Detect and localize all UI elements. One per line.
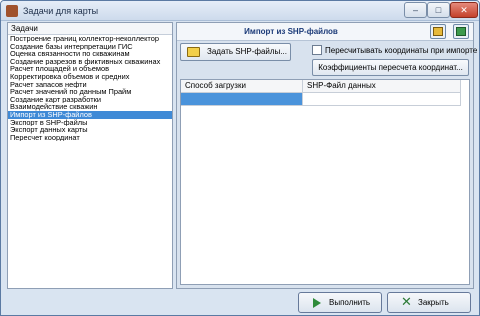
load-method-cell[interactable]: [181, 93, 303, 106]
play-icon: [313, 298, 321, 308]
run-button-label: Выполнить: [329, 298, 371, 307]
save-icon: [456, 27, 466, 36]
open-settings-button[interactable]: [430, 24, 446, 39]
save-settings-button[interactable]: [453, 24, 469, 39]
close-icon: ✕: [401, 294, 412, 309]
recalc-coordinates-checkbox[interactable]: [312, 45, 322, 55]
shp-files-grid: Способ загрузки SHP-Файл данных: [180, 79, 470, 285]
task-item[interactable]: Корректировка объемов и средних: [8, 73, 172, 81]
task-item[interactable]: Создание базы интерпретации ГИС: [8, 43, 172, 51]
task-item[interactable]: Экспорт в SHP-файлы: [8, 119, 172, 127]
task-item[interactable]: Расчет значений по данным Прайм: [8, 88, 172, 96]
task-settings-panel: Импорт из SHP-файлов Задать SHP-файлы...…: [176, 22, 478, 289]
tasks-panel: Задачи Построение границ коллектор-некол…: [7, 22, 173, 289]
column-header-load-method[interactable]: Способ загрузки: [181, 80, 303, 93]
table-row[interactable]: [181, 93, 461, 106]
close-button-label: Закрыть: [418, 298, 449, 307]
set-shp-files-button[interactable]: Задать SHP-файлы...: [180, 43, 291, 61]
task-item[interactable]: Создание карт разработки: [8, 96, 172, 104]
maximize-button[interactable]: □: [427, 2, 450, 18]
title-bar[interactable]: Задачи для карты – □ ✕: [1, 1, 479, 21]
task-item[interactable]: Взаимодействие скважин: [8, 103, 172, 111]
run-button[interactable]: Выполнить: [298, 292, 382, 313]
open-folder-icon: [433, 27, 443, 36]
set-shp-files-label: Задать SHP-файлы...: [207, 47, 287, 56]
task-list: Построение границ коллектор-неколлектор …: [8, 35, 172, 141]
task-item[interactable]: Оценка связанности по скважинам: [8, 50, 172, 58]
task-item[interactable]: Расчет площадей и объемов: [8, 65, 172, 73]
task-item[interactable]: Экспорт данных карты: [8, 126, 172, 134]
close-button[interactable]: ✕ Закрыть: [387, 292, 471, 313]
folder-icon: [187, 47, 200, 57]
tasks-header: Задачи: [8, 23, 172, 35]
task-title-bar: Импорт из SHP-файлов: [177, 23, 473, 41]
task-title: Импорт из SHP-файлов: [244, 27, 338, 36]
task-item-selected[interactable]: Импорт из SHP-файлов: [8, 110, 172, 119]
close-window-button[interactable]: ✕: [450, 2, 478, 18]
task-item[interactable]: Расчет запасов нефти: [8, 81, 172, 89]
task-item[interactable]: Создание разрезов в фиктивных скважинах: [8, 58, 172, 66]
coordinate-coefficients-button[interactable]: Коэффициенты пересчета координат...: [312, 59, 469, 76]
shp-file-cell[interactable]: [303, 93, 461, 106]
tasks-window: Задачи для карты – □ ✕ Задачи Построение…: [0, 0, 480, 316]
grid-header: Способ загрузки SHP-Файл данных: [181, 80, 461, 93]
task-item[interactable]: Пересчет координат: [8, 134, 172, 142]
minimize-button[interactable]: –: [404, 2, 427, 18]
task-item[interactable]: Построение границ коллектор-неколлектор: [8, 35, 172, 43]
recalc-coordinates-label: Пересчитывать координаты при импорте: [325, 46, 478, 55]
app-icon: [6, 5, 18, 17]
column-header-shp-file[interactable]: SHP-Файл данных: [303, 80, 461, 93]
window-title: Задачи для карты: [23, 6, 99, 16]
